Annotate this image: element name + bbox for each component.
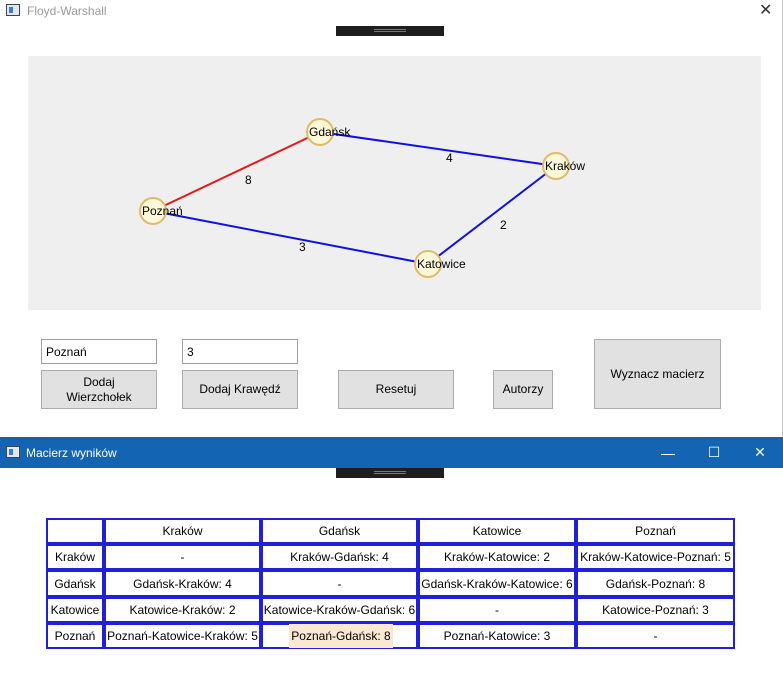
- matrix-cell[interactable]: Poznań-Katowice-Kraków: 5: [104, 623, 261, 649]
- matrix-cell[interactable]: Gdańsk-Kraków-Katowice: 6: [418, 570, 576, 597]
- edge-weight-label: 3: [299, 240, 306, 254]
- graph-node-label: Gdańsk: [309, 125, 351, 139]
- result-matrix-table: Kraków Gdańsk Katowice Poznań Kraków - Kraków-…: [46, 518, 735, 649]
- matrix-cell-selected[interactable]: Poznań-Gdańsk: 8: [289, 624, 393, 648]
- matrix-column-header[interactable]: Katowice: [418, 518, 576, 544]
- edge-weight-input[interactable]: [182, 339, 298, 364]
- matrix-cell[interactable]: -: [104, 544, 261, 570]
- app-icon: [6, 4, 20, 16]
- matrix-cell[interactable]: -: [261, 570, 418, 597]
- maximize-icon[interactable]: ☐: [691, 437, 737, 468]
- edge-weight-label: 4: [446, 151, 453, 165]
- add-vertex-button[interactable]: Dodaj Wierzchołek: [41, 370, 157, 409]
- graph-edge: [152, 131, 321, 212]
- edge-weight-label: 8: [245, 173, 252, 187]
- resize-grip[interactable]: [336, 26, 444, 36]
- compute-matrix-button[interactable]: Wyznacz macierz: [594, 339, 721, 409]
- main-titlebar: Floyd-Warshall ✕: [0, 0, 783, 22]
- matrix-row-header[interactable]: Gdańsk: [46, 570, 104, 597]
- matrix-column-header[interactable]: Poznań: [576, 518, 735, 544]
- matrix-column-header[interactable]: Kraków: [104, 518, 261, 544]
- graph-edge: [427, 165, 557, 265]
- matrix-cell[interactable]: Katowice-Kraków-Gdańsk: 6: [261, 597, 418, 623]
- graph-edge: [152, 210, 429, 265]
- matrix-cell[interactable]: Gdańsk-Kraków: 4: [104, 570, 261, 597]
- result-titlebar: Macierz wyników — ☐ ✕: [0, 437, 783, 468]
- matrix-column-header[interactable]: Gdańsk: [261, 518, 418, 544]
- authors-button[interactable]: Autorzy: [493, 370, 553, 409]
- matrix-corner-cell[interactable]: [46, 518, 104, 544]
- graph-canvas[interactable]: 8 4 3 2 Gdańsk Kraków Poznań Katowice: [28, 56, 761, 310]
- graph-edge: [319, 131, 557, 167]
- matrix-cell[interactable]: Katowice-Kraków: 2: [104, 597, 261, 623]
- matrix-cell[interactable]: Kraków-Katowice: 2: [418, 544, 576, 570]
- main-window: Floyd-Warshall ✕ 8 4 3 2 Gdańsk Kraków Poznań…: [0, 0, 783, 437]
- vertex-name-input[interactable]: [41, 339, 157, 364]
- matrix-cell[interactable]: Gdańsk-Poznań: 8: [576, 570, 735, 597]
- matrix-row-header[interactable]: Katowice: [46, 597, 104, 623]
- graph-node-label: Poznań: [142, 204, 183, 218]
- matrix-cell[interactable]: -: [576, 623, 735, 649]
- minimize-icon[interactable]: —: [645, 437, 691, 468]
- window-title: Floyd-Warshall: [27, 4, 107, 18]
- matrix-cell[interactable]: Kraków-Gdańsk: 4: [261, 544, 418, 570]
- close-icon[interactable]: ✕: [759, 3, 772, 19]
- reset-button[interactable]: Resetuj: [338, 370, 454, 409]
- matrix-cell[interactable]: Kraków-Katowice-Poznań: 5: [576, 544, 735, 570]
- graph-node-label: Kraków: [545, 159, 585, 173]
- graph-svg: 8 4 3 2 Gdańsk Kraków Poznań Katowice: [139, 118, 585, 278]
- matrix-cell[interactable]: -: [418, 597, 576, 623]
- matrix-row-header[interactable]: Kraków: [46, 544, 104, 570]
- edge-weight-label: 2: [500, 218, 507, 232]
- matrix-row-header[interactable]: Poznań: [46, 623, 104, 649]
- result-window: Macierz wyników — ☐ ✕ Kraków Gdańsk Katowi…: [0, 437, 783, 699]
- result-window-title: Macierz wyników: [26, 446, 117, 460]
- matrix-cell[interactable]: Katowice-Poznań: 3: [576, 597, 735, 623]
- result-app-icon: [6, 446, 20, 458]
- graph-node-label: Katowice: [417, 257, 466, 271]
- add-edge-button[interactable]: Dodaj Krawędź: [182, 370, 298, 409]
- result-close-icon[interactable]: ✕: [737, 437, 783, 468]
- matrix-cell[interactable]: Poznań-Katowice: 3: [418, 623, 576, 649]
- result-resize-grip[interactable]: [336, 468, 444, 478]
